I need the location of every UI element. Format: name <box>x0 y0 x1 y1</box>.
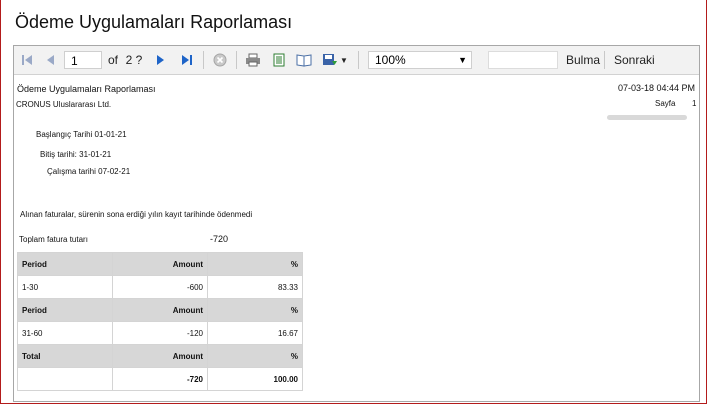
table-cell: Period <box>17 298 113 322</box>
work-date: Çalışma tarihi 07-02-21 <box>47 167 131 176</box>
report-datetime: 07-03-18 04:44 PM <box>617 83 695 93</box>
zoom-value: 100% <box>375 53 406 67</box>
export-icon[interactable]: ▼ <box>320 46 350 74</box>
toolbar-separator <box>203 51 204 69</box>
page-setup-icon[interactable] <box>295 46 313 74</box>
table-cell: 1-30 <box>17 275 113 299</box>
table-row: -720 100.00 <box>17 367 303 391</box>
find-button[interactable]: Bulma <box>566 46 600 74</box>
table-cell: -600 <box>112 275 208 299</box>
page-of-label: of <box>107 53 118 67</box>
table-cell: Amount <box>112 252 208 276</box>
table-cell: Total <box>17 344 113 368</box>
total-invoice-label: Toplam fatura tutarı <box>19 235 88 244</box>
report-note: Alınan faturalar, sürenin sona erdiği yı… <box>20 210 253 219</box>
report-page: Ödeme Uygulamaları Raporlaması CRONUS Ul… <box>14 75 699 400</box>
table-cell <box>17 367 113 391</box>
table-cell: Amount <box>112 298 208 322</box>
report-viewer: 1 of 2 ? ▼ 100% ▼ Bulma Sonraki Ödeme Uy… <box>13 45 700 402</box>
window-frame: Ödeme Uygulamaları Raporlaması 1 of 2 ? <box>0 0 707 404</box>
window-title: Ödeme Uygulamaları Raporlaması <box>15 12 293 32</box>
stop-icon[interactable] <box>211 46 229 74</box>
table-cell: 31-60 <box>17 321 113 345</box>
table-header-row: Period Amount% <box>17 298 303 322</box>
chevron-down-icon: ▼ <box>458 55 467 65</box>
total-invoice-value: -720 <box>210 234 229 244</box>
page-number-input[interactable]: 1 <box>64 51 102 69</box>
company-name: CRONUS Uluslararası Ltd. <box>16 100 112 109</box>
start-date: Başlangıç Tarihi 01-01-21 <box>36 130 127 139</box>
toolbar-separator <box>236 51 237 69</box>
print-layout-icon[interactable] <box>270 46 288 74</box>
table-row: 31-60 -120 16.67 <box>17 321 303 345</box>
table-cell: -720 <box>112 367 208 391</box>
redacted-text <box>607 115 687 120</box>
table-header-row: Total Amount% <box>17 344 303 368</box>
next-page-icon[interactable] <box>152 46 170 74</box>
toolbar-separator <box>358 51 359 69</box>
page-number: 1 <box>692 99 697 108</box>
table-cell: % <box>207 298 303 322</box>
table-row: 1-30 -600 83.33 <box>17 275 303 299</box>
table-cell: Amount <box>112 344 208 368</box>
table-header-row: Period Amount% <box>17 252 303 276</box>
first-page-icon[interactable] <box>18 46 36 74</box>
toolbar-separator <box>604 51 605 69</box>
page-label: Sayfa <box>655 99 676 108</box>
report-toolbar: 1 of 2 ? ▼ 100% ▼ Bulma Sonraki <box>14 46 699 75</box>
table-cell: 83.33 <box>207 275 303 299</box>
report-title: Ödeme Uygulamaları Raporlaması <box>17 84 156 94</box>
last-page-icon[interactable] <box>178 46 196 74</box>
find-next-button[interactable]: Sonraki <box>614 46 655 74</box>
zoom-select[interactable]: 100% ▼ <box>368 51 472 69</box>
chevron-down-icon: ▼ <box>340 55 348 65</box>
end-date: Bitiş tarihi: 31-01-21 <box>40 150 112 159</box>
aging-table: Period Amount% 1-30 -600 83.33 Period Amount% 3… <box>17 252 303 391</box>
page-total-label: 2 ? <box>125 53 143 67</box>
table-cell: % <box>207 252 303 276</box>
table-cell: % <box>207 344 303 368</box>
print-icon[interactable] <box>244 46 262 74</box>
table-cell: 100.00 <box>207 367 303 391</box>
table-cell: Period <box>17 252 113 276</box>
table-cell: 16.67 <box>207 321 303 345</box>
table-cell: -120 <box>112 321 208 345</box>
find-input[interactable] <box>488 51 558 69</box>
previous-page-icon[interactable] <box>41 46 59 74</box>
